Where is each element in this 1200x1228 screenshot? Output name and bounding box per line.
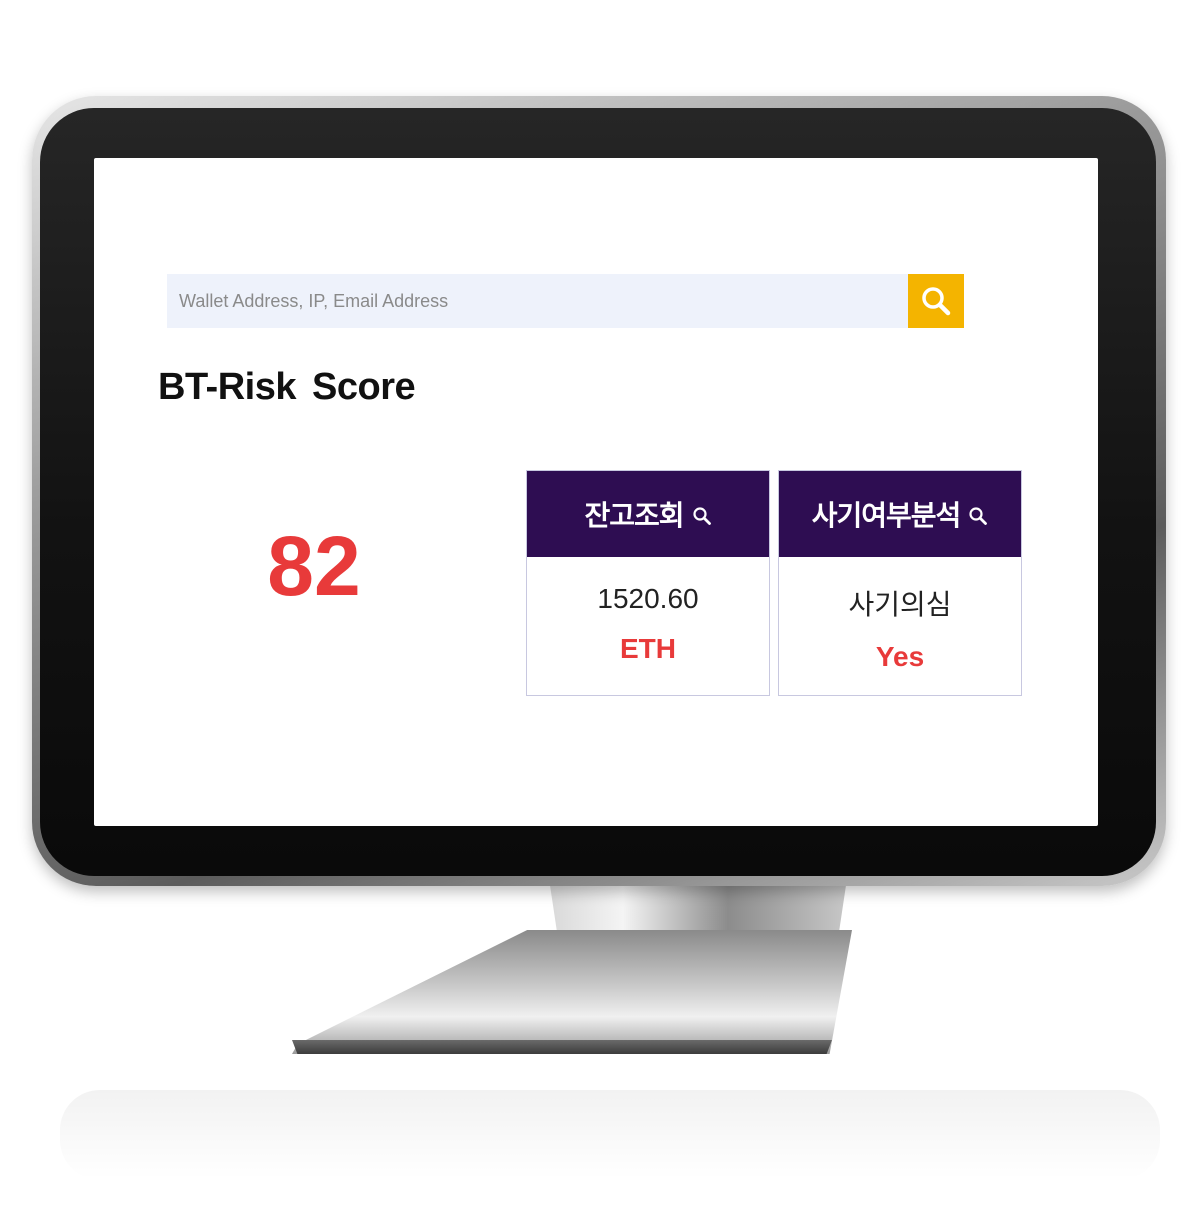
search-icon	[692, 507, 711, 525]
risk-score-value: 82	[267, 519, 361, 613]
monitor-screen: BT-Risk Score 82 잔고조회 1520.60 ETH 사기여부분석…	[94, 158, 1098, 826]
balance-card-title: 잔고조회	[584, 499, 684, 532]
fraud-status-value: Yes	[875, 641, 925, 672]
monitor-stand-edge	[292, 1040, 832, 1054]
search-input[interactable]	[167, 274, 908, 328]
balance-lookup-button[interactable]: 잔고조회	[527, 471, 769, 557]
monitor-stand-base	[292, 930, 852, 1054]
fraud-analysis-card-title: 사기여부분석	[811, 499, 962, 532]
fraud-status-label: 사기의심	[848, 589, 952, 620]
fraud-analysis-button[interactable]: 사기여부분석	[779, 471, 1021, 557]
floor-reflection	[60, 1090, 1160, 1180]
balance-value: 1520.60	[597, 583, 699, 614]
search-bar	[167, 274, 964, 328]
search-button[interactable]	[908, 274, 964, 328]
search-icon	[969, 507, 988, 525]
balance-card: 잔고조회 1520.60 ETH	[526, 470, 770, 696]
fraud-analysis-card: 사기여부분석 사기의심 Yes	[778, 470, 1022, 696]
page-title: BT-Risk Score	[158, 366, 416, 408]
balance-currency: ETH	[620, 633, 676, 664]
search-icon	[922, 287, 951, 316]
